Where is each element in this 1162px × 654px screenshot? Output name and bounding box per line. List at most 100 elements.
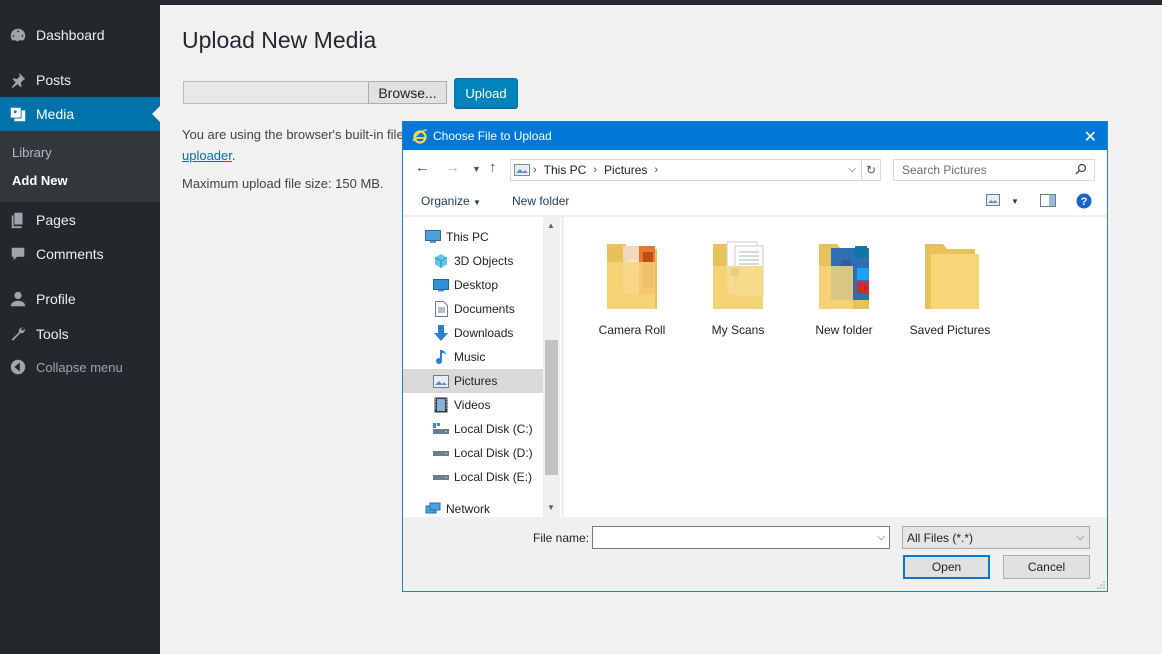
refresh-icon[interactable]: ↻ [861,159,881,181]
sidebar-item-dashboard[interactable]: Dashboard [0,18,160,52]
sidebar-item-label: Tools [36,326,69,342]
browser-uploader-link[interactable]: uploader [182,148,232,163]
search-input[interactable]: Search Pictures [893,159,1095,181]
computer-icon [425,229,441,245]
folder-icon [607,244,657,309]
network-icon [425,501,441,517]
dialog-title: Choose File to Upload [433,129,552,143]
navigation-pane: This PC 3D Objects Desktop Documents Dow… [403,217,561,517]
tree-item-documents[interactable]: Documents [433,297,543,321]
media-submenu: Library Add New [0,131,160,202]
wrench-icon [0,325,36,343]
pictures-icon [433,373,449,389]
navigation-bar: ← → ▼ ↑ › This PC › Pictures › ⌵ ↻ Searc… [403,150,1107,186]
user-icon [0,290,36,308]
folder-camera-roll[interactable]: Camera Roll [582,232,682,337]
file-input[interactable] [183,81,369,104]
dialog-titlebar[interactable]: Choose File to Upload ✕ [403,122,1107,150]
tree-item-music[interactable]: Music [433,345,543,369]
file-type-value: All Files (*.*) [907,530,974,545]
document-icon [433,301,449,317]
tree-item-this-pc[interactable]: This PC [425,225,543,249]
download-icon [433,325,449,341]
organize-chevron-icon: ▼ [473,198,481,207]
tree-item-local-disk-d[interactable]: Local Disk (D:) [433,441,543,465]
browse-button[interactable]: Browse... [368,81,447,104]
notice-end: . [231,148,236,163]
tree-item-3d-objects[interactable]: 3D Objects [433,249,543,273]
sidebar-item-comments[interactable]: Comments [0,237,160,271]
uploader-notice: You are using the browser's built-in fil… [182,124,422,166]
file-item-label: Camera Roll [598,323,666,337]
pages-icon [0,211,36,229]
sidebar-item-media[interactable]: Media [0,97,160,131]
tree-item-label: Documents [454,302,515,316]
scroll-up-chevron-icon[interactable]: ▲ [547,221,555,230]
back-arrow-icon[interactable]: ← [415,159,430,176]
tree-item-label: Videos [454,398,491,412]
collapse-menu-button[interactable]: Collapse menu [0,350,160,384]
tree-item-network[interactable]: Network [425,497,543,517]
sidebar-item-tools[interactable]: Tools [0,317,160,351]
tree-item-videos[interactable]: Videos [433,393,543,417]
sidebar-item-label: Comments [36,246,104,262]
sidebar-item-label: Collapse menu [36,359,123,375]
tree-item-label: Desktop [454,278,499,292]
search-icon[interactable] [1075,163,1087,175]
file-list: Camera Roll My Scans New folder Saved Pi… [563,217,1107,517]
cancel-button[interactable]: Cancel [1003,555,1090,579]
breadcrumb-pictures[interactable]: Pictures [604,163,647,177]
tree-item-pictures[interactable]: Pictures [403,369,543,393]
file-name-input[interactable]: ⌵ [592,526,890,549]
close-icon[interactable]: ✕ [1084,127,1097,147]
forward-arrow-icon[interactable]: → [445,159,460,176]
address-dropdown-chevron-icon[interactable]: ⌵ [848,164,856,175]
folder-new-folder[interactable]: New folder [794,232,894,337]
scroll-thumb[interactable] [545,340,558,475]
pictures-folder-icon [514,164,530,176]
folder-icon [713,241,764,309]
tree-item-label: This PC [446,230,489,244]
upload-button[interactable]: Upload [454,78,518,108]
preview-pane-icon[interactable] [1040,194,1056,207]
tree-item-local-disk-e[interactable]: Local Disk (E:) [433,465,543,489]
desktop-icon [433,277,449,293]
up-arrow-icon[interactable]: ↑ [489,159,497,176]
disk-icon [433,421,449,437]
view-mode-icon[interactable] [986,194,1000,206]
tree-item-downloads[interactable]: Downloads [433,321,543,345]
address-bar[interactable]: › This PC › Pictures › ⌵ [510,159,862,181]
open-button[interactable]: Open [903,555,990,579]
sidebar-item-label: Posts [36,72,72,88]
resize-grip-icon[interactable] [1097,581,1105,589]
max-upload-size: Maximum upload file size: 150 MB. [182,176,384,191]
dashboard-icon [0,26,36,44]
tree-item-label: Music [454,350,486,364]
admin-bar [0,0,1162,5]
file-type-select[interactable]: All Files (*.*) ⌵ [902,526,1090,549]
sidebar-item-profile[interactable]: Profile [0,282,160,316]
organize-button[interactable]: Organize ▼ [421,194,481,208]
page-title: Upload New Media [182,27,377,53]
new-folder-button[interactable]: New folder [512,194,569,208]
recent-locations-chevron-icon[interactable]: ▼ [472,164,481,174]
folder-my-scans[interactable]: My Scans [688,232,788,337]
submenu-item-add-new[interactable]: Add New [12,173,68,188]
file-name-label: File name: [533,531,590,545]
submenu-item-library[interactable]: Library [12,145,52,160]
sidebar-item-label: Dashboard [36,27,105,43]
tree-item-desktop[interactable]: Desktop [433,273,543,297]
help-icon[interactable]: ? [1076,193,1092,209]
tree-item-label: Local Disk (E:) [454,470,533,484]
organize-label: Organize [421,194,470,208]
file-name-chevron-icon[interactable]: ⌵ [877,532,885,543]
sidebar-item-posts[interactable]: Posts [0,63,160,97]
folder-saved-pictures[interactable]: Saved Pictures [900,232,1000,337]
breadcrumb-this-pc[interactable]: This PC [544,163,587,177]
sidebar-item-pages[interactable]: Pages [0,203,160,237]
tree-item-local-disk-c[interactable]: Local Disk (C:) [433,417,543,441]
scroll-down-chevron-icon[interactable]: ▼ [547,503,555,512]
view-mode-chevron-icon[interactable]: ▼ [1011,197,1019,206]
navigation-scrollbar[interactable]: ▲ ▼ [543,217,560,517]
tree-item-label: Downloads [454,326,514,340]
